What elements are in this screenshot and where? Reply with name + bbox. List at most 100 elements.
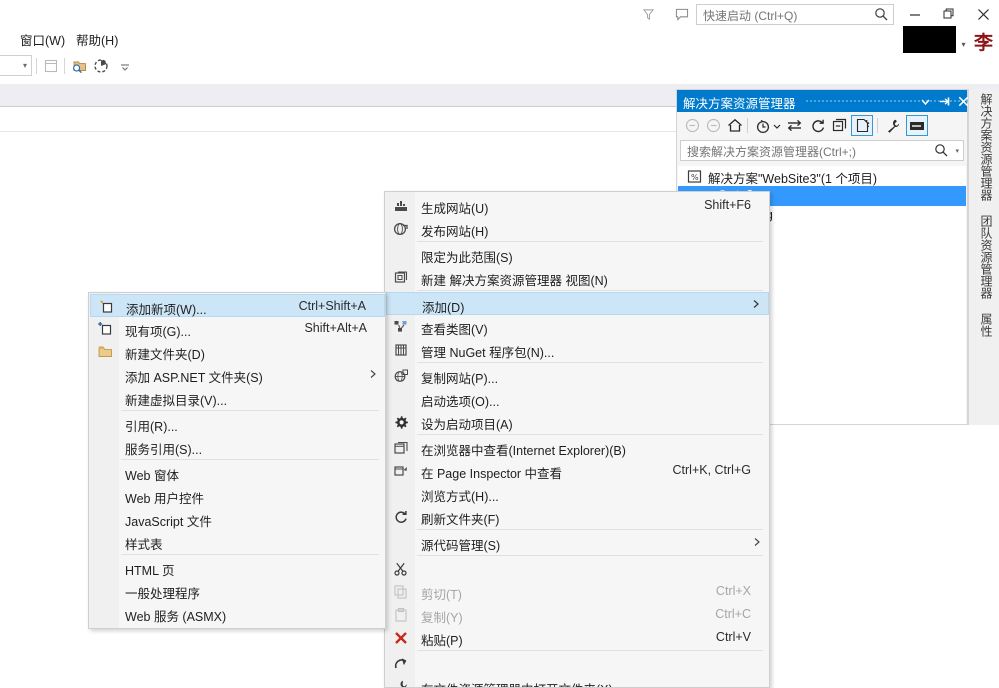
show-all-files-button[interactable] xyxy=(851,115,873,136)
forward-arrow-icon[interactable] xyxy=(704,116,723,135)
vtab-properties[interactable]: 属性 xyxy=(973,313,995,337)
minimize-button[interactable] xyxy=(902,2,928,26)
menu-item-set-as-startup-project[interactable]: 设为启动项目(A) xyxy=(386,410,769,433)
menu-item-browse-with[interactable]: 浏览方式(H)... xyxy=(386,482,769,505)
menu-item-label: 样式表 xyxy=(125,538,163,552)
wrench-icon[interactable] xyxy=(883,116,902,135)
home-icon[interactable] xyxy=(725,116,744,135)
new-folder-icon xyxy=(96,343,114,360)
code-metrics-button[interactable] xyxy=(90,56,112,76)
menu-item-label: 限定为此范围(S) xyxy=(421,251,513,265)
menu-item-label: 服务引用(S)... xyxy=(125,443,203,457)
nuget-icon xyxy=(392,341,410,358)
menu-item-web-service-asmx[interactable]: Web 服务 (ASMX) xyxy=(90,602,385,625)
menu-item-add-aspnet-folder[interactable]: 添加 ASP.NET 文件夹(S) xyxy=(90,363,385,386)
menu-separator xyxy=(121,554,379,555)
menu-separator xyxy=(417,362,763,363)
menu-item-add[interactable]: 添加(D) xyxy=(386,292,769,315)
menu-separator xyxy=(417,650,763,651)
toolbar-separator xyxy=(64,58,65,74)
quick-launch-box[interactable] xyxy=(696,4,894,26)
menu-item-label: 添加 ASP.NET 文件夹(S) xyxy=(125,371,263,385)
menu-item-help[interactable]: 帮助(H) xyxy=(72,32,122,50)
refresh-icon[interactable] xyxy=(808,116,827,135)
menu-item-start-options[interactable]: 启动选项(O)... xyxy=(386,387,769,410)
funnel-icon[interactable] xyxy=(638,4,658,24)
menu-item-window[interactable]: 窗口(W) xyxy=(16,32,69,50)
menu-item-remove[interactable]: 粘贴(P) Ctrl+V xyxy=(386,626,769,649)
feedback-icon[interactable] xyxy=(672,4,692,24)
menu-item-service-reference[interactable]: 服务引用(S)... xyxy=(90,435,385,458)
new-window-button[interactable] xyxy=(40,56,62,76)
submenu-arrow-icon xyxy=(369,369,377,379)
menu-item-label: 添加(D) xyxy=(422,301,465,315)
menu-item-new-folder[interactable]: 新建文件夹(D) xyxy=(90,340,385,363)
vtab-team-explorer[interactable]: 团队资源管理器 xyxy=(973,215,995,299)
clock-dropdown-icon[interactable] xyxy=(772,116,781,135)
menu-item-label: 设为启动项目(A) xyxy=(421,418,513,432)
menu-item-label: 在 Page Inspector 中查看 xyxy=(421,467,563,481)
menu-item-web-user-control[interactable]: Web 用户控件 xyxy=(90,484,385,507)
menu-item-refresh-folder[interactable]: 刷新文件夹(F) xyxy=(386,505,769,528)
panel-title: 解决方案资源管理器 xyxy=(683,97,796,111)
menu-item-label: 刷新文件夹(F) xyxy=(421,513,500,527)
tree-item-solution[interactable]: % 解决方案"WebSite3"(1 个项目) xyxy=(678,166,966,186)
menu-separator xyxy=(121,410,379,411)
menu-item-build-website[interactable]: 生成网站(U) Shift+F6 xyxy=(386,194,769,217)
menu-item-shortcut: Ctrl+K, Ctrl+G xyxy=(672,463,752,477)
vtab-solution-explorer[interactable]: 解决方案资源管理器 xyxy=(973,93,995,201)
menu-item-new-virtual-directory[interactable]: 新建虚拟目录(V)... xyxy=(90,386,385,409)
chevron-down-icon: ▾ xyxy=(22,61,27,70)
menu-separator xyxy=(417,241,763,242)
folder-search-button[interactable] xyxy=(68,56,90,76)
restore-button[interactable] xyxy=(936,2,962,26)
menu-item-label: 生成网站(U) xyxy=(421,202,489,216)
menu-item-javascript-file[interactable]: JavaScript 文件 xyxy=(90,507,385,530)
collapse-all-icon[interactable] xyxy=(830,116,849,135)
submenu-arrow-icon xyxy=(753,537,761,547)
menu-item-view-class-diagram[interactable]: 查看类图(V) xyxy=(386,315,769,338)
menu-item-scope-to-this[interactable]: 限定为此范围(S) xyxy=(386,243,769,266)
menu-item-new-solution-explorer-view[interactable]: 新建 解决方案资源管理器 视图(N) xyxy=(386,266,769,289)
menu-item-label: 浏览方式(H)... xyxy=(421,490,499,504)
menu-item-view-in-browser[interactable]: 在浏览器中查看(Internet Explorer)(B) xyxy=(386,436,769,459)
project-context-menu: 生成网站(U) Shift+F6 发布网站(H) 限定为此范围(S) 新建 解决… xyxy=(384,191,770,688)
close-button[interactable] xyxy=(970,2,996,26)
chevron-down-icon[interactable]: ▾ xyxy=(959,40,968,49)
toolbar-separator xyxy=(877,118,878,133)
panel-menu-button[interactable] xyxy=(917,93,933,109)
build-icon xyxy=(392,197,410,214)
menu-item-add-existing-item[interactable]: 现有项(G)... Shift+Alt+A xyxy=(90,317,385,340)
search-input[interactable] xyxy=(685,141,929,162)
quick-launch-input[interactable] xyxy=(701,5,870,26)
menu-item-add-new-item[interactable]: 添加新项(W)... Ctrl+Shift+A xyxy=(90,294,385,317)
publish-icon xyxy=(392,220,410,237)
menu-item-source-control[interactable]: 源代码管理(S) xyxy=(386,531,769,554)
menu-item-label: 复制(Y) xyxy=(421,611,463,625)
preview-selected-items-button[interactable] xyxy=(906,115,928,136)
toolbar-overflow-button[interactable] xyxy=(114,61,136,73)
menu-item-copy-website[interactable]: 复制网站(P)... xyxy=(386,364,769,387)
menu-item-web-form[interactable]: Web 窗体 xyxy=(90,461,385,484)
toolbar: ▾ xyxy=(0,53,999,83)
solution-explorer-search-box[interactable]: ▾ xyxy=(680,140,964,162)
menu-item-html-page[interactable]: HTML 页 xyxy=(90,556,385,579)
menu-item-manage-nuget[interactable]: 管理 NuGet 程序包(N)... xyxy=(386,338,769,361)
chevron-down-icon[interactable]: ▾ xyxy=(955,147,959,155)
menu-item-generic-handler[interactable]: 一般处理程序 xyxy=(90,579,385,602)
menu-item-open-folder-in-file-explorer[interactable] xyxy=(386,652,769,675)
back-arrow-icon[interactable] xyxy=(683,116,702,135)
menu-item-publish-website[interactable]: 发布网站(H) xyxy=(386,217,769,240)
menu-item-reference[interactable]: 引用(R)... xyxy=(90,412,385,435)
menu-item-view-in-page-inspector[interactable]: 在 Page Inspector 中查看 Ctrl+K, Ctrl+G xyxy=(386,459,769,482)
toolbar-combo[interactable]: ▾ xyxy=(0,55,32,76)
menu-item-label: 引用(R)... xyxy=(125,420,178,434)
menu-item-label: JavaScript 文件 xyxy=(125,515,212,529)
sync-arrows-icon[interactable] xyxy=(785,116,804,135)
pin-icon[interactable] xyxy=(937,93,953,109)
clock-icon[interactable] xyxy=(753,116,772,135)
menu-item-style-sheet[interactable]: 样式表 xyxy=(90,530,385,553)
menu-item-properties-window[interactable]: 在文件资源管理器中打开文件夹(X) xyxy=(386,675,769,687)
solution-explorer-titlebar: 解决方案资源管理器 xyxy=(677,90,999,112)
menu-item-cut[interactable] xyxy=(386,557,769,580)
